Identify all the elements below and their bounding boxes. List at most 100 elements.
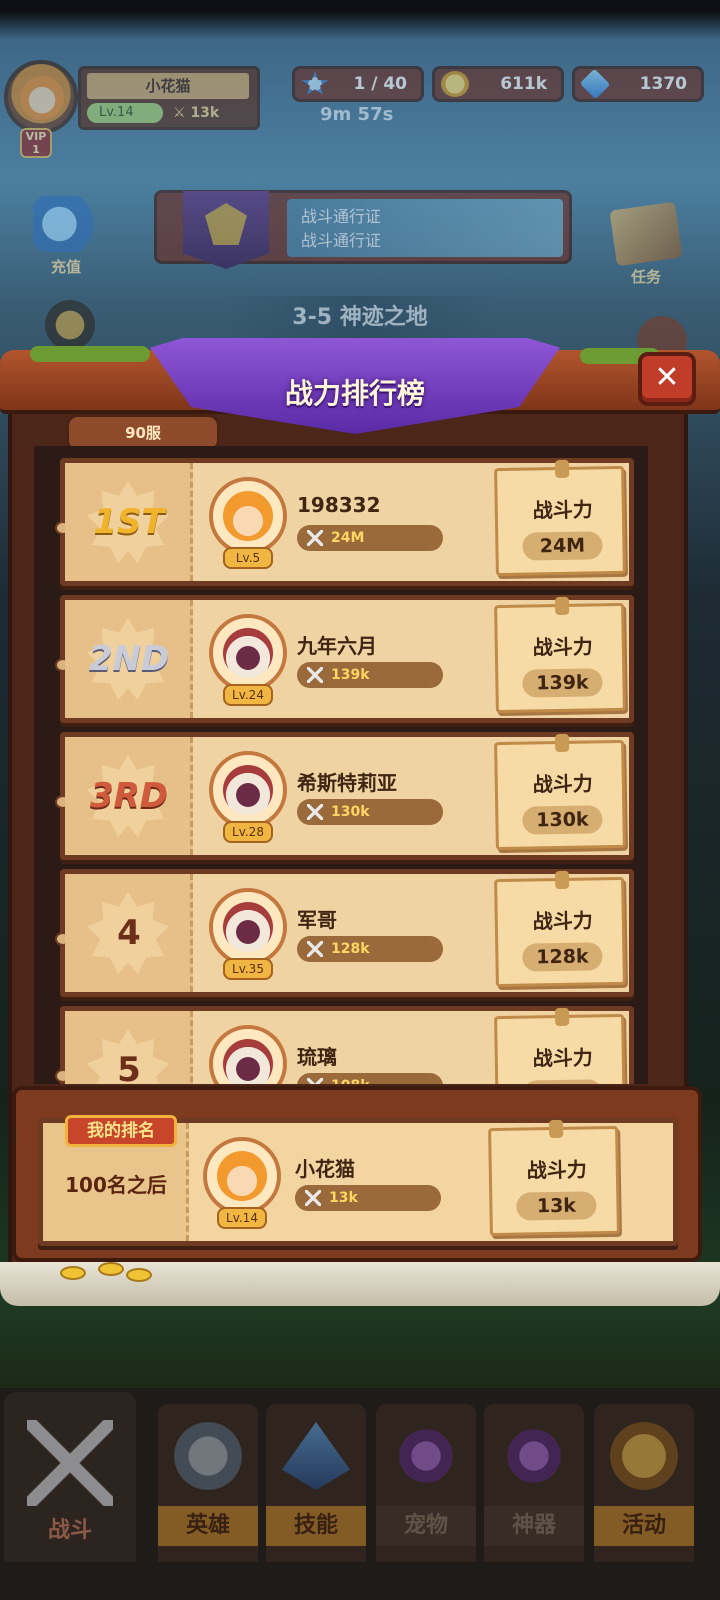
sword-icon bbox=[307, 1078, 323, 1084]
power-bar: 108k bbox=[297, 1073, 443, 1084]
score-label: 战斗力 bbox=[532, 908, 594, 934]
leaderboard-list[interactable]: 1ST Lv.5 198332 24M 战斗力 24M 2ND Lv.24 九年… bbox=[28, 446, 654, 1084]
gem-counter[interactable]: 1370 bbox=[572, 66, 704, 102]
leaderboard-row[interactable]: 3RD Lv.28 希斯特莉亚 130k 战斗力 130k bbox=[55, 732, 634, 860]
score-card: 战斗力 24M bbox=[494, 459, 626, 577]
task-button[interactable]: 任务 bbox=[606, 201, 686, 287]
rank-cell: 2ND bbox=[65, 600, 193, 718]
board-bottom-shelf bbox=[0, 1262, 720, 1306]
nav-pet[interactable]: 宠物 bbox=[376, 1404, 476, 1562]
player-name: 军哥 bbox=[297, 908, 337, 932]
score-card: 战斗力 139k bbox=[494, 596, 626, 714]
stage-title: 3-5 神迹之地 bbox=[230, 296, 490, 340]
player-name: 九年六月 bbox=[297, 634, 377, 658]
leaderboard-row[interactable]: 1ST Lv.5 198332 24M 战斗力 24M bbox=[55, 458, 634, 586]
skill-book-icon bbox=[282, 1422, 350, 1490]
sword-icon bbox=[307, 530, 323, 546]
rank-cell: 4 bbox=[65, 874, 193, 992]
vine-decoration bbox=[30, 346, 150, 362]
nav-skill[interactable]: 技能 bbox=[266, 1404, 366, 1562]
my-score-card: 战斗力 13k bbox=[488, 1119, 620, 1237]
my-rank-value: 100名之后 bbox=[65, 1173, 167, 1197]
score-card: 战斗力 128k bbox=[494, 870, 626, 988]
player-avatar-face bbox=[20, 76, 64, 120]
player-level: Lv.28 bbox=[223, 821, 273, 843]
player-avatar[interactable] bbox=[209, 888, 287, 966]
my-power-bar: 13k bbox=[295, 1185, 441, 1211]
rank-badge: 1ST bbox=[93, 502, 165, 542]
battle-pass-text: 战斗通行证 战斗通行证 bbox=[287, 199, 563, 257]
leaderboard-row[interactable]: 5 琉璃 108k 战斗力 108k bbox=[55, 1006, 634, 1084]
rank-cell: 5 bbox=[65, 1011, 193, 1084]
power-value: 24M bbox=[331, 530, 365, 546]
player-name: 198332 bbox=[297, 493, 381, 517]
score-label: 战斗力 bbox=[532, 634, 594, 660]
event-gift-icon bbox=[610, 1422, 678, 1490]
scroll-icon bbox=[609, 201, 683, 267]
player-level: Lv.14 bbox=[87, 103, 163, 123]
stamina-counter[interactable]: 1 / 40 bbox=[292, 66, 424, 102]
nav-artifact-label: 神器 bbox=[484, 1506, 584, 1546]
power-bar: 139k bbox=[297, 662, 443, 688]
vip-level: 1 bbox=[32, 143, 40, 156]
sword-icon bbox=[307, 804, 323, 820]
battle-pass-title: 战斗通行证 bbox=[301, 207, 382, 226]
player-level: Lv.35 bbox=[223, 958, 273, 980]
my-rank-row[interactable]: 我的排名 100名之后 Lv.14 小花猫 13k 战斗力 13k bbox=[38, 1115, 678, 1246]
stamina-timer: 9m 57s bbox=[320, 104, 394, 125]
star-icon bbox=[301, 71, 329, 95]
player-avatar[interactable] bbox=[209, 751, 287, 829]
avatar-face bbox=[223, 1039, 273, 1084]
score-label: 战斗力 bbox=[532, 1045, 594, 1071]
gold-value: 611k bbox=[500, 74, 547, 94]
gem-value: 1370 bbox=[639, 74, 687, 94]
nav-event-label: 活动 bbox=[594, 1506, 694, 1546]
rank-badge: 2ND bbox=[88, 639, 170, 679]
player-avatar[interactable] bbox=[209, 1025, 287, 1084]
close-button[interactable]: ✕ bbox=[638, 352, 696, 406]
my-power-value: 13k bbox=[329, 1190, 358, 1206]
nav-event[interactable]: 活动 bbox=[594, 1404, 694, 1562]
player-avatar[interactable] bbox=[209, 614, 287, 692]
player-power: ⚔ 13k bbox=[173, 105, 220, 121]
nav-pet-label: 宠物 bbox=[376, 1506, 476, 1546]
modal-title: 战力排行榜 bbox=[284, 377, 425, 410]
pin-icon bbox=[554, 1007, 570, 1027]
gold-coin-icon bbox=[441, 71, 469, 97]
my-rank-label: 我的排名 bbox=[65, 1115, 177, 1147]
pirate-icon bbox=[45, 300, 95, 350]
score-value: 108k bbox=[522, 1079, 603, 1084]
gold-counter[interactable]: 611k bbox=[432, 66, 564, 102]
battle-pass-banner[interactable]: 战斗通行证 战斗通行证 bbox=[154, 190, 572, 269]
nav-hero[interactable]: 英雄 bbox=[158, 1404, 258, 1562]
score-card: 战斗力 130k bbox=[494, 733, 626, 851]
pin-icon bbox=[548, 1119, 564, 1139]
recharge-button[interactable]: 充值 bbox=[26, 196, 106, 277]
leaderboard-row[interactable]: 4 Lv.35 军哥 128k 战斗力 128k bbox=[55, 869, 634, 997]
pin-icon bbox=[554, 870, 570, 890]
nav-battle[interactable]: 战斗 bbox=[4, 1392, 136, 1562]
player-avatar[interactable] bbox=[209, 477, 287, 555]
my-name: 小花猫 bbox=[295, 1157, 355, 1181]
avatar-face bbox=[223, 765, 273, 815]
vip-badge: VIP 1 bbox=[20, 128, 52, 158]
score-label: 战斗力 bbox=[526, 1157, 588, 1183]
avatar-face bbox=[223, 628, 273, 678]
lock-icon bbox=[500, 1422, 568, 1490]
my-avatar[interactable] bbox=[203, 1137, 281, 1215]
sword-icon bbox=[307, 667, 323, 683]
coin-decoration bbox=[126, 1268, 152, 1282]
battle-pass-subtitle: 战斗通行证 bbox=[301, 231, 382, 250]
rank-badge: 4 bbox=[117, 913, 141, 953]
power-bar: 128k bbox=[297, 936, 443, 962]
player-level: Lv.5 bbox=[223, 547, 273, 569]
player-name: 希斯特莉亚 bbox=[297, 771, 397, 795]
my-rank-cell: 我的排名 100名之后 bbox=[43, 1115, 189, 1241]
lock-icon bbox=[392, 1422, 460, 1490]
sword-icon bbox=[305, 1190, 321, 1206]
leaderboard-row[interactable]: 2ND Lv.24 九年六月 139k 战斗力 139k bbox=[55, 595, 634, 723]
nav-artifact[interactable]: 神器 bbox=[484, 1404, 584, 1562]
power-bar: 24M bbox=[297, 525, 443, 551]
coin-decoration bbox=[60, 1266, 86, 1280]
pin-icon bbox=[554, 459, 570, 479]
